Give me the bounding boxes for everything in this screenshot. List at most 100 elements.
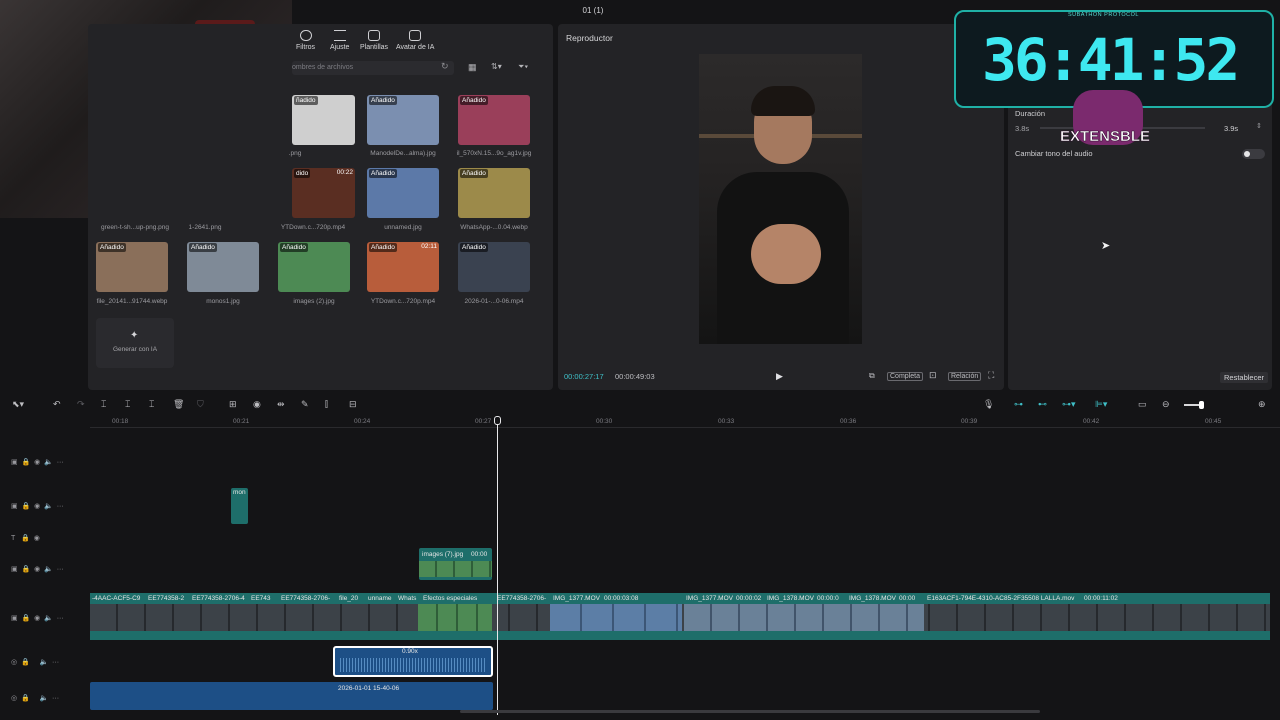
added-badge: Añadido [460, 169, 488, 178]
track-controls[interactable]: ◎ 🔒 🔈 ··· [11, 658, 59, 666]
mask-icon[interactable]: ✎ [301, 399, 309, 410]
track-controls[interactable]: ▣ 🔒 ◉ 🔈 ··· [11, 458, 64, 466]
ruler-tick: 00:21 [233, 418, 250, 425]
split-right-icon[interactable]: ⌶ [149, 399, 154, 410]
media-item-caption: 2026-01-...0-06.mp4 [464, 298, 524, 305]
added-badge: Añadido [369, 96, 397, 105]
filters-tool[interactable]: Filtros [296, 30, 315, 51]
play-icon[interactable]: ▶ [776, 371, 783, 382]
img-segment [550, 604, 682, 631]
clip-label: IMG_1378.MOV [767, 595, 814, 602]
redo-icon[interactable]: ↷ [77, 399, 85, 410]
media-search-input[interactable]: ombres de archivos [292, 64, 353, 71]
fullscreen-icon[interactable]: ⛶ [988, 370, 994, 381]
ratio-button[interactable]: Relación [948, 372, 982, 381]
audio-clip-label: 2026-01-01 15-40-06 [338, 685, 400, 692]
duration-label: Duración [1015, 109, 1046, 118]
stepper-icon[interactable]: ⇕ [1256, 122, 1262, 130]
split-icon[interactable]: ⌶ [101, 399, 106, 410]
audio-split-icon[interactable]: ⫿ [325, 399, 328, 410]
filter-menu-icon[interactable]: ⏷▾ [518, 62, 528, 72]
ai-avatar-label: Avatar de IA [396, 44, 435, 51]
crop-clip-icon[interactable]: ⊞ [229, 399, 237, 410]
media-item[interactable]: Añadido [96, 242, 168, 292]
undo-icon[interactable]: ↶ [53, 399, 61, 410]
media-item[interactable]: Añadido [458, 168, 530, 218]
timeline-toolbar [0, 393, 1280, 415]
zoom-out-icon[interactable]: ⊖ [1162, 399, 1170, 410]
ruler-tick: 00:18 [112, 418, 129, 425]
ruler-tick: 00:42 [1083, 418, 1100, 425]
refresh-icon[interactable]: ↻ [441, 61, 449, 72]
image-clip-time: 00:00 [471, 551, 488, 558]
adjust-clip-icon[interactable]: ⇹ [277, 399, 285, 410]
image-clip-thumbs [419, 561, 492, 577]
media-item[interactable]: Añadido [278, 242, 350, 292]
templates-tool[interactable]: Plantillas [360, 30, 388, 51]
link-icon[interactable]: ⊶▾ [1062, 399, 1076, 410]
media-item[interactable]: dido 00:22 [292, 168, 355, 218]
track-controls[interactable]: ▣ 🔒 ◉ 🔈 ··· [11, 565, 64, 573]
zoom-in-icon[interactable]: ⊕ [1258, 399, 1266, 410]
ruler-tick: 00:39 [961, 418, 978, 425]
timeline-scrollbar[interactable] [460, 710, 1040, 713]
mic-icon[interactable]: 🎙 [983, 399, 994, 410]
link-main-icon[interactable]: ⊶ [1014, 399, 1023, 410]
select-tool-icon[interactable]: ⬉▾ [12, 399, 24, 410]
effect-icon[interactable]: ◉ [253, 399, 261, 410]
magnet-icon[interactable]: ⊷ [1038, 399, 1047, 410]
media-item-caption: unnamed.jpg [384, 224, 422, 231]
adjust-tool[interactable]: Ajuste [330, 30, 349, 51]
reset-button[interactable]: Restablecer [1220, 372, 1269, 383]
media-item[interactable]: Añadido [367, 95, 439, 145]
track-controls[interactable]: ▣ 🔒 ◉ 🔈 ··· [11, 502, 64, 510]
clip-label: IMG_1377.MOV [686, 595, 733, 602]
ai-avatar-tool[interactable]: Avatar de IA [396, 30, 434, 51]
playhead-line[interactable] [497, 420, 498, 715]
filters-label: Filtros [296, 44, 316, 51]
media-item-caption: il_570xN.15...9o_ag1v.jpg [456, 150, 532, 157]
clip-duration: 00:00:0 [817, 595, 839, 602]
ruler-tick: 00:27 [475, 418, 492, 425]
ruler-tick: 00:45 [1205, 418, 1222, 425]
media-item[interactable]: Añadido [367, 168, 439, 218]
sort-icon[interactable]: ⇅▾ [491, 62, 502, 71]
media-item[interactable]: Añadido [458, 95, 530, 145]
playhead-handle[interactable] [494, 416, 501, 425]
full-button[interactable]: Completa [887, 372, 923, 381]
media-item[interactable]: Añadido [187, 242, 259, 292]
overlay-clip-label: mon [233, 489, 246, 496]
player-title: Reproductor [566, 33, 613, 43]
media-item-caption: YTDown.c...720p.mp4 [280, 224, 346, 231]
media-duration: 02:11 [421, 243, 437, 250]
media-duration: 00:22 [336, 169, 353, 176]
media-item[interactable]: ñadido [292, 95, 355, 145]
avatar-icon [409, 30, 422, 41]
audio-speed-label: 0.90x [402, 648, 418, 655]
preview-axis-icon[interactable]: ⊫▾ [1095, 399, 1107, 410]
media-icon[interactable]: ⊟ [349, 399, 357, 410]
grid-view-icon[interactable]: ▦ [468, 62, 477, 73]
track-controls[interactable]: ◎ 🔒 🔈 ··· [11, 694, 59, 702]
generate-ai-card[interactable] [96, 318, 174, 368]
clip-label: -4AAC-ACF5-C9 [92, 595, 141, 602]
brand-logo-text: EXTENSBLE [1060, 128, 1151, 146]
media-item[interactable]: Añadido [458, 242, 530, 292]
track-controls[interactable]: T 🔒 ◉ [11, 534, 40, 542]
crop-icon[interactable]: ⧉ [869, 371, 875, 381]
added-badge: Añadido [189, 243, 217, 252]
main-audio-clip[interactable] [90, 682, 493, 710]
zoom-slider-knob[interactable] [1199, 401, 1204, 409]
cursor-icon: ➤ [1101, 240, 1111, 252]
screenshot-icon[interactable]: ⊡ [929, 370, 937, 381]
caption-icon[interactable]: ▭ [1138, 399, 1147, 410]
ruler-tick: 00:33 [718, 418, 735, 425]
clip-label: unname [368, 595, 392, 602]
media-item[interactable]: Añadido 02:11 [367, 242, 439, 292]
mark-icon[interactable]: ⛉ [197, 399, 204, 410]
duration-value-input[interactable]: 3.9s [1224, 124, 1238, 133]
split-left-icon[interactable]: ⌶ [125, 399, 130, 410]
track-controls[interactable]: ▣ 🔒 ◉ 🔈 ··· [11, 614, 64, 622]
timeline-ruler[interactable] [90, 416, 1280, 428]
delete-icon[interactable]: 🗑 [173, 399, 184, 410]
